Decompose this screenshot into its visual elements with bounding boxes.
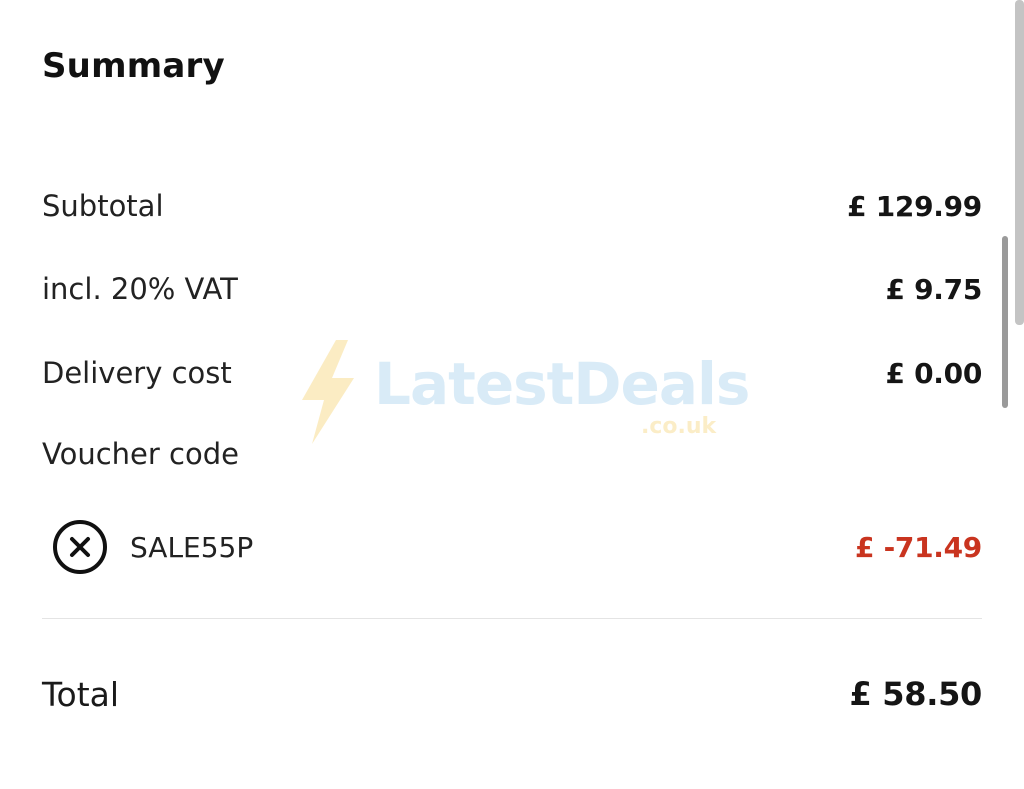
voucher-discount: £ -71.49 [854, 530, 982, 564]
total-row: Total £ 58.50 [42, 670, 982, 718]
subtotal-row: Subtotal £ 129.99 [42, 184, 982, 228]
delivery-value: £ 0.00 [885, 356, 982, 390]
subtotal-value: £ 129.99 [847, 189, 982, 223]
summary-title: Summary [42, 46, 225, 86]
voucher-heading: Voucher code [42, 437, 239, 471]
close-circle-icon [53, 520, 107, 574]
vat-label: incl. 20% VAT [42, 272, 238, 306]
subtotal-label: Subtotal [42, 189, 164, 223]
scroll-indicator[interactable] [1002, 236, 1008, 408]
divider [42, 618, 982, 619]
remove-voucher-button[interactable] [52, 519, 108, 575]
delivery-row: Delivery cost £ 0.00 [42, 351, 982, 395]
scrollbar-thumb[interactable] [1015, 0, 1024, 325]
vat-value: £ 9.75 [885, 272, 982, 306]
voucher-heading-row: Voucher code [42, 432, 982, 476]
vat-row: incl. 20% VAT £ 9.75 [42, 267, 982, 311]
total-label: Total [42, 674, 120, 714]
voucher-code: SALE55P [130, 530, 254, 564]
total-value: £ 58.50 [849, 675, 982, 713]
voucher-row: SALE55P £ -71.49 [42, 519, 982, 575]
voucher-applied: SALE55P [42, 519, 253, 575]
delivery-label: Delivery cost [42, 356, 232, 390]
